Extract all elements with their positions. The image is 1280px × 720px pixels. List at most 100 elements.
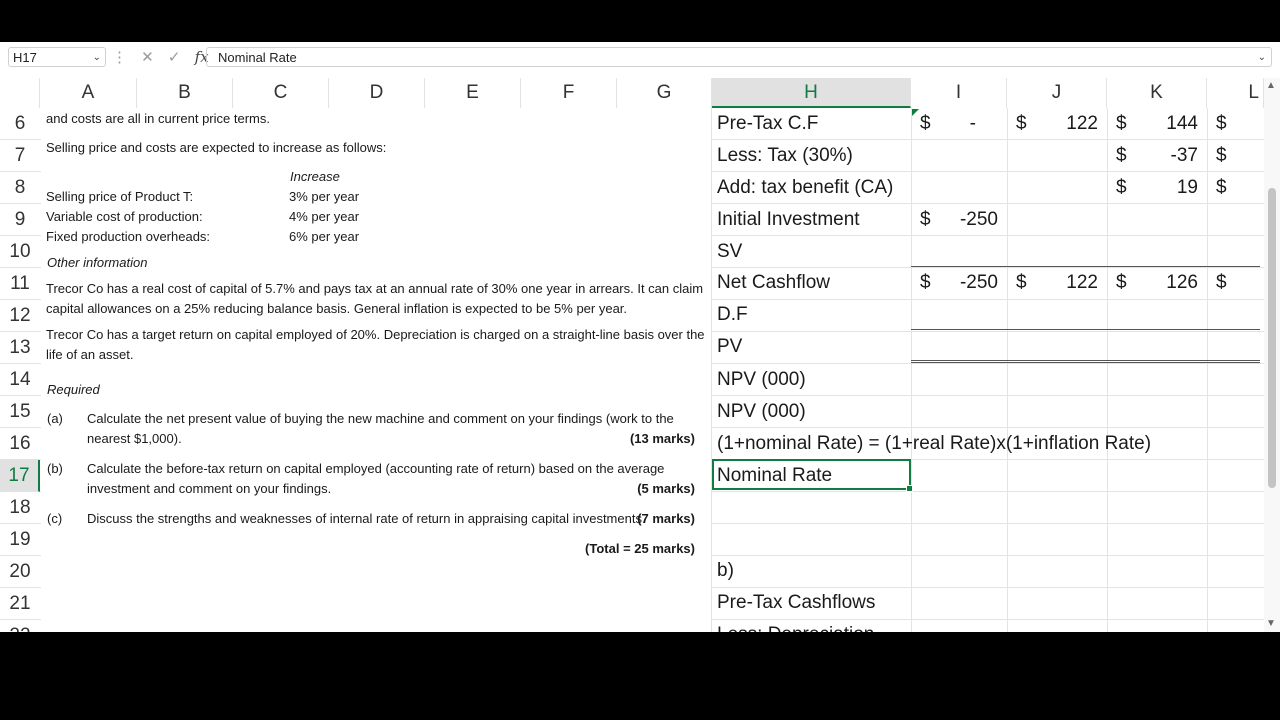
vertical-scrollbar[interactable]: ▲ ▼ <box>1264 78 1280 632</box>
enter-icon[interactable]: ✓ <box>168 48 181 68</box>
name-box[interactable]: H17 ⌄ <box>8 47 106 67</box>
currency-symbol: $ <box>1216 113 1227 134</box>
column-header-g[interactable]: G <box>617 78 712 108</box>
cell-h20[interactable]: b) <box>717 560 734 582</box>
cell-k11[interactable]: 126 <box>1140 272 1198 294</box>
question-text: Calculate the net present value of buyin… <box>87 411 674 426</box>
item-label: Selling price of Product T: <box>46 189 194 204</box>
cell-h9[interactable]: Initial Investment <box>717 209 860 231</box>
scroll-down-icon[interactable]: ▼ <box>1266 618 1276 629</box>
spreadsheet-app: H17 ⌄ ⋮ ✕ ✓ fx Nominal Rate ⌄ A B C D E … <box>0 42 1280 632</box>
grid-line <box>1007 108 1008 632</box>
cell-h15[interactable]: NPV (000) <box>717 401 806 423</box>
comment-indicator-icon <box>912 109 919 116</box>
row-header-8[interactable]: 8 <box>0 172 40 204</box>
row-header-9[interactable]: 9 <box>0 204 40 236</box>
row-header-20[interactable]: 20 <box>0 556 40 588</box>
question-image[interactable]: and costs are all in current price terms… <box>41 108 711 632</box>
item-label: Fixed production overheads: <box>46 229 211 244</box>
select-all-corner[interactable] <box>0 78 40 108</box>
column-header-f[interactable]: F <box>521 78 617 108</box>
currency-symbol: $ <box>1116 177 1127 198</box>
formula-input[interactable]: Nominal Rate ⌄ <box>206 47 1272 67</box>
cell-k6[interactable]: 144 <box>1140 113 1198 135</box>
cell-j6[interactable]: 122 <box>1040 113 1098 135</box>
question-text: and costs are all in current price terms… <box>46 111 270 126</box>
cell-h14[interactable]: NPV (000) <box>717 369 806 391</box>
cell-h22[interactable]: Less: Depreciation <box>717 624 874 632</box>
row-header-22[interactable]: 22 <box>0 620 40 632</box>
column-header-k[interactable]: K <box>1107 78 1207 108</box>
question-text: Trecor Co has a real cost of capital of … <box>46 281 704 296</box>
cancel-icon[interactable]: ✕ <box>141 48 154 68</box>
currency-symbol: $ <box>1216 145 1227 166</box>
column-header-a[interactable]: A <box>40 78 137 108</box>
row-header-21[interactable]: 21 <box>0 588 40 620</box>
currency-symbol: $ <box>920 113 931 134</box>
cell-h8[interactable]: Add: tax benefit (CA) <box>717 177 893 199</box>
cell-k8[interactable]: 19 <box>1140 177 1198 199</box>
question-text: life of an asset. <box>46 347 134 362</box>
column-header-e[interactable]: E <box>425 78 521 108</box>
column-header-d[interactable]: D <box>329 78 425 108</box>
row-header-10[interactable]: 10 <box>0 236 40 268</box>
question-text: Selling price and costs are expected to … <box>46 140 387 155</box>
currency-symbol: $ <box>1016 113 1027 134</box>
cell-h13[interactable]: PV <box>717 336 742 358</box>
grid-line <box>1207 108 1208 632</box>
currency-symbol: $ <box>1216 272 1227 293</box>
cell-border <box>911 329 1260 330</box>
cell-h21[interactable]: Pre-Tax Cashflows <box>717 592 875 614</box>
row-header-17[interactable]: 17 <box>0 460 40 492</box>
cell-h16[interactable]: (1+nominal Rate) = (1+real Rate)x(1+infl… <box>717 433 1151 455</box>
increase-header: Increase <box>290 169 340 184</box>
more-options-icon[interactable]: ⋮ <box>112 48 127 68</box>
total-marks: (Total = 25 marks) <box>585 541 695 556</box>
cell-i9[interactable]: -250 <box>940 209 998 231</box>
column-header-j[interactable]: J <box>1007 78 1107 108</box>
row-header-6[interactable]: 6 <box>0 108 40 140</box>
marks: (5 marks) <box>637 481 695 496</box>
currency-symbol: $ <box>1116 113 1127 134</box>
formula-bar-icons: ⋮ ✕ ✓ fx <box>112 47 219 67</box>
column-header-b[interactable]: B <box>137 78 233 108</box>
row-header-12[interactable]: 12 <box>0 300 40 332</box>
column-header-i[interactable]: I <box>911 78 1007 108</box>
cell-j11[interactable]: 122 <box>1040 272 1098 294</box>
row-header-16[interactable]: 16 <box>0 428 40 460</box>
question-text: nearest $1,000). <box>87 431 182 446</box>
row-header-11[interactable]: 11 <box>0 268 40 300</box>
item-value: 4% per year <box>289 209 360 224</box>
currency-symbol: $ <box>1116 145 1127 166</box>
question-text: capital allowances on a 25% reducing bal… <box>46 301 628 316</box>
row-header-13[interactable]: 13 <box>0 332 40 364</box>
chevron-down-icon[interactable]: ⌄ <box>93 48 101 68</box>
row-header-19[interactable]: 19 <box>0 524 40 556</box>
scroll-up-icon[interactable]: ▲ <box>1266 80 1276 91</box>
question-text: Calculate the before-tax return on capit… <box>87 461 665 476</box>
cell-h11[interactable]: Net Cashflow <box>717 272 830 294</box>
cell-h12[interactable]: D.F <box>717 304 748 326</box>
formula-bar: H17 ⌄ ⋮ ✕ ✓ fx Nominal Rate ⌄ <box>0 42 1280 72</box>
cell-k7[interactable]: -37 <box>1140 145 1198 167</box>
scrollbar-thumb[interactable] <box>1268 188 1276 488</box>
cell-h6[interactable]: Pre-Tax C.F <box>717 113 818 135</box>
part-label: (c) <box>47 511 63 526</box>
currency-symbol: $ <box>920 209 931 230</box>
cell-i11[interactable]: -250 <box>940 272 998 294</box>
column-header-c[interactable]: C <box>233 78 329 108</box>
row-header-15[interactable]: 15 <box>0 396 40 428</box>
expand-formula-bar-icon[interactable]: ⌄ <box>1258 48 1266 68</box>
currency-symbol: $ <box>1116 272 1127 293</box>
row-header-7[interactable]: 7 <box>0 140 40 172</box>
cell-h10[interactable]: SV <box>717 241 742 263</box>
column-header-h[interactable]: H <box>712 78 911 108</box>
column-header-l[interactable]: L <box>1207 78 1264 108</box>
cell-i6[interactable]: - <box>940 113 976 135</box>
row-header-14[interactable]: 14 <box>0 364 40 396</box>
item-label: Variable cost of production: <box>46 209 203 224</box>
cell-h7[interactable]: Less: Tax (30%) <box>717 145 853 167</box>
question-text: investment and comment on your findings. <box>87 481 332 496</box>
row-header-18[interactable]: 18 <box>0 492 40 524</box>
grid-line <box>711 108 712 632</box>
